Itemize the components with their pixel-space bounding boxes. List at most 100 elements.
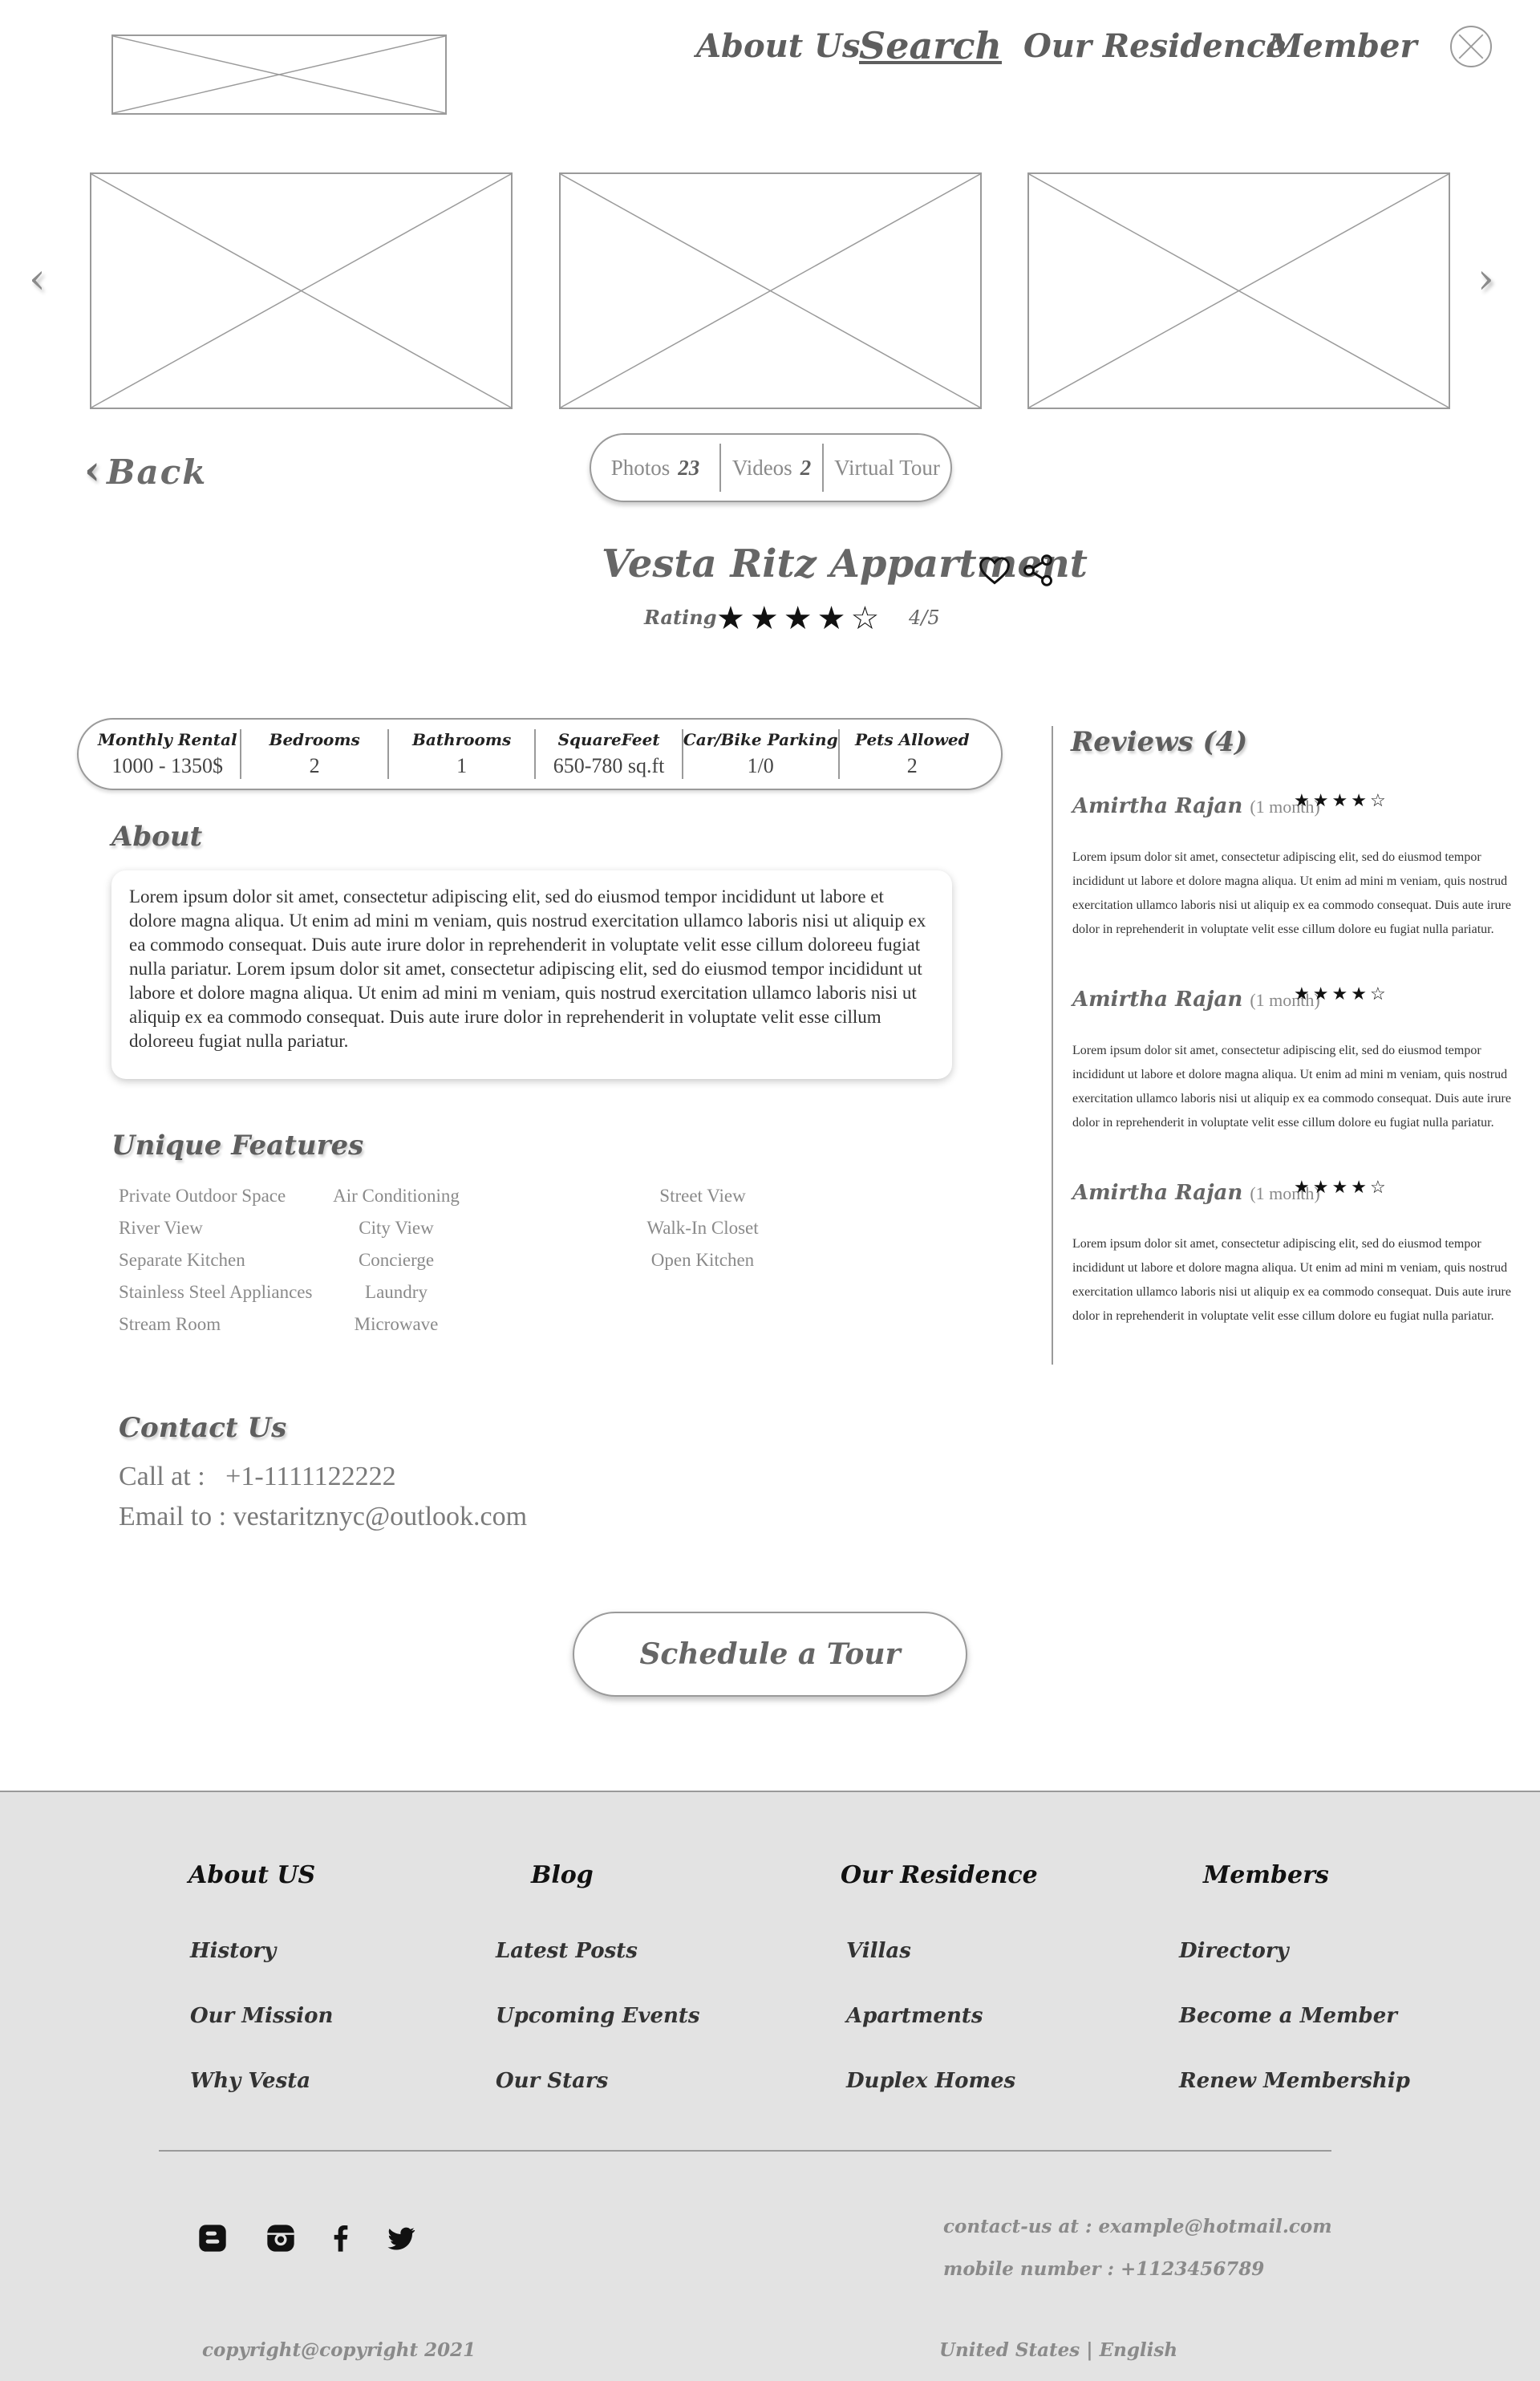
footer-link[interactable]: Directory [1179,1939,1289,1963]
back-button[interactable]: ‹ Back [84,446,207,493]
footer-link[interactable]: Our Stars [496,2069,608,2093]
gallery-image-3[interactable] [1027,172,1450,409]
stat-label: Monthly Rental [97,730,237,749]
email-label: Email to : [119,1502,227,1531]
instagram-icon[interactable] [265,2222,297,2254]
listing-title: Vesta Ritz Appartment [602,542,1088,586]
footer-heading: Blog [531,1861,594,1889]
footer-heading: About US [188,1861,316,1889]
footer-link[interactable]: History [190,1939,276,1963]
gallery-image-2[interactable] [559,172,982,409]
star-filled-icon: ★ [1331,1178,1352,1198]
footer-link[interactable]: Renew Membership [1179,2069,1410,2093]
stat-label: Bedrooms [269,730,360,749]
star-filled-icon: ★ [716,600,750,637]
footer-link[interactable]: Latest Posts [496,1939,638,1963]
feature-item: Concierge [358,1250,435,1270]
videos-tab[interactable]: Videos 2 [721,444,822,491]
schedule-tour-button[interactable]: Schedule a Tour [573,1612,967,1697]
footer-heading: Members [1203,1861,1329,1889]
phone-number[interactable]: +1-1111122222 [225,1462,395,1491]
reviewer-name-text: Amirtha Rajan [1072,988,1243,1012]
feature-item: River View [119,1218,203,1238]
photos-count: 23 [678,455,700,480]
stat-item: SquareFeet 650-780 sq.ft [536,729,681,779]
star-filled-icon: ★ [817,600,851,637]
footer-link[interactable]: Become a Member [1179,2004,1397,2028]
review-text: Lorem ipsum dolor sit amet, consectetur … [1072,850,1511,936]
call-label: Call at : [119,1462,205,1491]
footer-contact-email[interactable]: contact-us at : example@hotmail.com [943,2216,1332,2237]
stat-label: Bathrooms [411,730,512,749]
stat-value: 1/0 [747,754,774,777]
close-icon[interactable] [1450,26,1492,67]
footer-link[interactable]: Our Mission [190,2004,333,2028]
property-stats: Monthly Rental 1000 - 1350$ Bedrooms 2 Bathr… [77,718,1003,790]
stat-value: 650-780 sq.ft [553,754,665,777]
star-filled-icon: ★ [1351,984,1370,1004]
chevron-right-icon[interactable]: › [1477,255,1494,303]
locale-selector[interactable]: United States | English [939,2339,1177,2361]
photos-label: Photos [610,455,671,480]
footer-link[interactable]: Villas [846,1939,911,1963]
contact-phone: Call at : +1-1111122222 [119,1462,396,1492]
star-filled-icon: ★ [1294,791,1313,811]
footer-heading: Our Residence [841,1861,1038,1889]
logo-placeholder[interactable] [111,34,447,115]
feature-item: Air Conditioning [333,1186,460,1206]
contact-heading: Contact Us [119,1412,287,1444]
review-item: Amirtha Rajan (1 month) ★★★★☆ Lorem ipsum … [1072,984,1530,1135]
nav-our-residence[interactable]: Our Residence [1023,27,1287,65]
blogger-icon[interactable] [197,2222,229,2254]
twitter-icon[interactable] [385,2222,417,2254]
heart-icon[interactable] [977,553,1012,588]
footer-divider [159,2150,1331,2152]
chevron-left-icon: ‹ [84,446,102,493]
feature-item: Walk-In Closet [646,1218,759,1238]
virtual-tour-tab[interactable]: Virtual Tour [824,444,950,491]
gallery-image-1[interactable] [90,172,513,409]
footer-link[interactable]: Why Vesta [190,2069,310,2093]
stat-item: Pets Allowed 2 [840,729,985,779]
nav-search[interactable]: Search [859,24,1002,67]
stat-value: 1 [456,754,468,777]
feature-item: Separate Kitchen [119,1250,245,1270]
feature-item: Stream Room [119,1314,221,1334]
chevron-left-icon[interactable]: ‹ [29,255,46,303]
features-column: Private Outdoor Space River View Separate … [119,1186,312,1346]
share-icon[interactable] [1020,553,1056,588]
nav-member[interactable]: Member [1267,27,1417,65]
footer-link[interactable]: Upcoming Events [496,2004,700,2028]
stat-item: Bedrooms 2 [241,729,387,779]
feature-item: Private Outdoor Space [119,1186,286,1206]
star-filled-icon: ★ [1331,791,1352,811]
review-item: Amirtha Rajan (1 month) ★★★★☆ Lorem ipsum … [1072,791,1530,942]
star-empty-icon: ☆ [1369,1178,1389,1198]
copyright: copyright@copyright 2021 [202,2339,476,2361]
about-heading: About [111,821,203,853]
facebook-icon[interactable] [325,2222,357,2254]
review-text: Lorem ipsum dolor sit amet, consectetur … [1072,1044,1511,1130]
videos-label: Videos [732,455,792,480]
reviewer-name-text: Amirtha Rajan [1072,1181,1243,1205]
about-text: Lorem ipsum dolor sit amet, consectetur … [111,870,952,1079]
reviewer-name-text: Amirtha Rajan [1072,794,1243,818]
review-stars: ★★★★☆ [1294,1178,1389,1198]
stat-value: 1000 - 1350$ [111,754,224,777]
rating-score: 4/5 [909,606,940,629]
photos-tab[interactable]: Photos 23 [591,444,719,491]
footer-link[interactable]: Duplex Homes [846,2069,1015,2093]
reviews-heading: Reviews (4) [1071,726,1248,758]
star-filled-icon: ★ [1312,1178,1332,1198]
features-heading: Unique Features [111,1130,364,1162]
footer-link[interactable]: Apartments [846,2004,983,2028]
star-empty-icon: ☆ [1369,791,1389,811]
feature-item: Laundry [365,1282,428,1302]
star-filled-icon: ★ [1351,791,1370,811]
footer-mobile[interactable]: mobile number : +1123456789 [943,2258,1264,2280]
stat-value: 2 [906,754,918,777]
review-text: Lorem ipsum dolor sit amet, consectetur … [1072,1237,1511,1323]
nav-about-us[interactable]: About Us [696,27,861,65]
reviews-divider [1052,726,1053,1365]
email-address[interactable]: vestaritznyc@outlook.com [233,1502,528,1531]
